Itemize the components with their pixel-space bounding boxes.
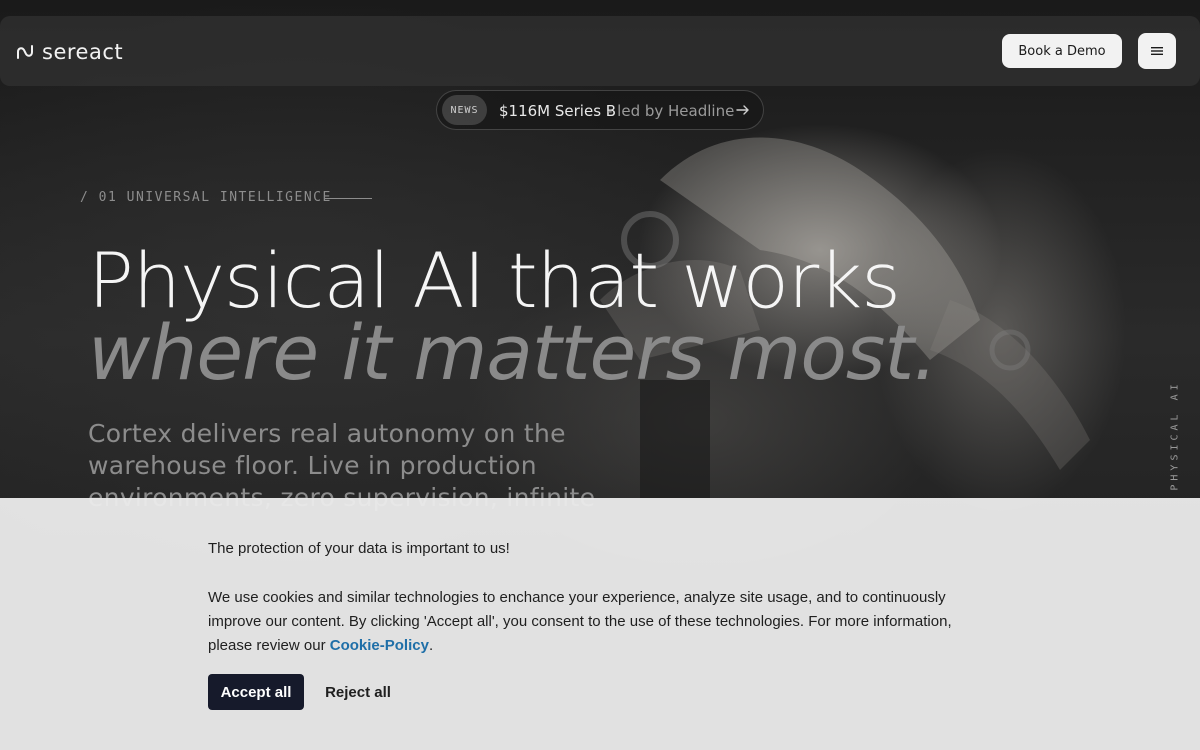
book-demo-button[interactable]: Book a Demo bbox=[1002, 34, 1122, 68]
news-badge: NEWS bbox=[442, 95, 487, 125]
news-title: $116M Series B bbox=[499, 102, 617, 120]
section-divider bbox=[324, 198, 372, 199]
cookie-policy-link[interactable]: Cookie-Policy bbox=[330, 637, 429, 654]
menu-button[interactable] bbox=[1138, 33, 1176, 69]
cookie-body: We use cookies and similar technologies … bbox=[208, 586, 998, 658]
arrow-right-icon bbox=[736, 105, 749, 115]
cookie-consent-banner: The protection of your data is important… bbox=[0, 498, 1200, 750]
site-header: sereact Book a Demo bbox=[0, 16, 1200, 86]
news-subtitle: - led by Headline bbox=[607, 102, 735, 120]
vertical-side-label: PHYSICAL AI bbox=[1169, 380, 1181, 491]
logo-mark-icon bbox=[17, 45, 33, 59]
sereact-logo[interactable]: sereact bbox=[16, 40, 123, 64]
news-announcement-link[interactable]: NEWS $116M Series B - led by Headline bbox=[436, 90, 764, 130]
hero-headline-secondary: where it matters most. bbox=[88, 308, 937, 397]
reject-all-button[interactable]: Reject all bbox=[316, 674, 400, 710]
cookie-body-trailing: . bbox=[428, 637, 434, 654]
section-label: / 01 UNIVERSAL INTELLIGENCE bbox=[80, 190, 332, 205]
cookie-heading: The protection of your data is important… bbox=[208, 540, 510, 557]
hamburger-icon bbox=[1151, 47, 1163, 55]
accept-all-button[interactable]: Accept all bbox=[208, 674, 304, 710]
logo-text: sereact bbox=[42, 40, 124, 64]
cookie-body-text: We use cookies and similar technologies … bbox=[208, 589, 952, 654]
